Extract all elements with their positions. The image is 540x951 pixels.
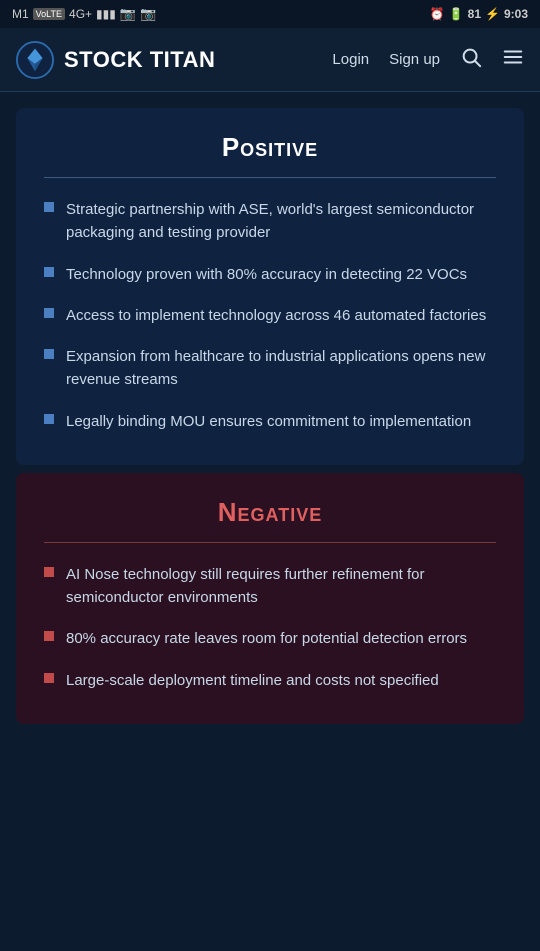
bullet-icon — [44, 202, 54, 212]
list-item: 80% accuracy rate leaves room for potent… — [44, 627, 496, 650]
bullet-text: 80% accuracy rate leaves room for potent… — [66, 627, 467, 650]
bullet-text: Access to implement technology across 46… — [66, 304, 486, 327]
status-right: ⏰ 🔋 81 ⚡ 9:03 — [430, 7, 528, 21]
volte-badge: VoLTE — [33, 8, 65, 20]
login-link[interactable]: Login — [332, 51, 369, 68]
menu-icon[interactable] — [502, 46, 524, 74]
logo-container: STOCK TITAN — [16, 41, 332, 79]
positive-title: Positive — [44, 132, 496, 163]
battery-icon: 🔋 — [449, 7, 464, 21]
charging-icon: ⚡ — [485, 7, 500, 21]
positive-section: Positive Strategic partnership with ASE,… — [16, 108, 524, 465]
status-left: M1 VoLTE 4G+ ▮▮▮ 📷 📷 — [12, 6, 156, 22]
negative-title: Negative — [44, 497, 496, 528]
list-item: Access to implement technology across 46… — [44, 304, 496, 327]
signup-link[interactable]: Sign up — [389, 51, 440, 68]
bullet-icon — [44, 673, 54, 683]
bullet-icon — [44, 267, 54, 277]
positive-list: Strategic partnership with ASE, world's … — [44, 198, 496, 433]
status-bar: M1 VoLTE 4G+ ▮▮▮ 📷 📷 ⏰ 🔋 81 ⚡ 9:03 — [0, 0, 540, 28]
list-item: Technology proven with 80% accuracy in d… — [44, 263, 496, 286]
bullet-icon — [44, 567, 54, 577]
list-item: Strategic partnership with ASE, world's … — [44, 198, 496, 245]
bullet-text: Strategic partnership with ASE, world's … — [66, 198, 496, 245]
list-item: Large-scale deployment timeline and cost… — [44, 669, 496, 692]
camera-icon: 📷 — [140, 6, 156, 22]
nav-links: Login Sign up — [332, 46, 524, 74]
logo-icon — [16, 41, 54, 79]
negative-section: Negative AI Nose technology still requir… — [16, 473, 524, 724]
navbar: STOCK TITAN Login Sign up — [0, 28, 540, 92]
battery-level: 81 — [468, 7, 481, 21]
bullet-text: AI Nose technology still requires furthe… — [66, 563, 496, 610]
bullet-text: Large-scale deployment timeline and cost… — [66, 669, 439, 692]
negative-list: AI Nose technology still requires furthe… — [44, 563, 496, 692]
list-item: Expansion from healthcare to industrial … — [44, 345, 496, 392]
negative-divider — [44, 542, 496, 543]
bullet-icon — [44, 308, 54, 318]
logo-text: STOCK TITAN — [64, 47, 215, 73]
carrier-text: M1 — [12, 7, 29, 21]
instagram-icon: 📷 — [120, 6, 136, 22]
alarm-icon: ⏰ — [430, 7, 445, 21]
list-item: Legally binding MOU ensures commitment t… — [44, 410, 496, 433]
main-content: Positive Strategic partnership with ASE,… — [0, 108, 540, 724]
bullet-text: Legally binding MOU ensures commitment t… — [66, 410, 471, 433]
signal-icon: ▮▮▮ — [96, 7, 116, 21]
network-type: 4G+ — [69, 7, 92, 21]
bullet-icon — [44, 631, 54, 641]
bullet-icon — [44, 414, 54, 424]
search-icon[interactable] — [460, 46, 482, 74]
positive-divider — [44, 177, 496, 178]
list-item: AI Nose technology still requires furthe… — [44, 563, 496, 610]
bullet-text: Expansion from healthcare to industrial … — [66, 345, 496, 392]
bullet-icon — [44, 349, 54, 359]
bullet-text: Technology proven with 80% accuracy in d… — [66, 263, 467, 286]
clock: 9:03 — [504, 7, 528, 21]
